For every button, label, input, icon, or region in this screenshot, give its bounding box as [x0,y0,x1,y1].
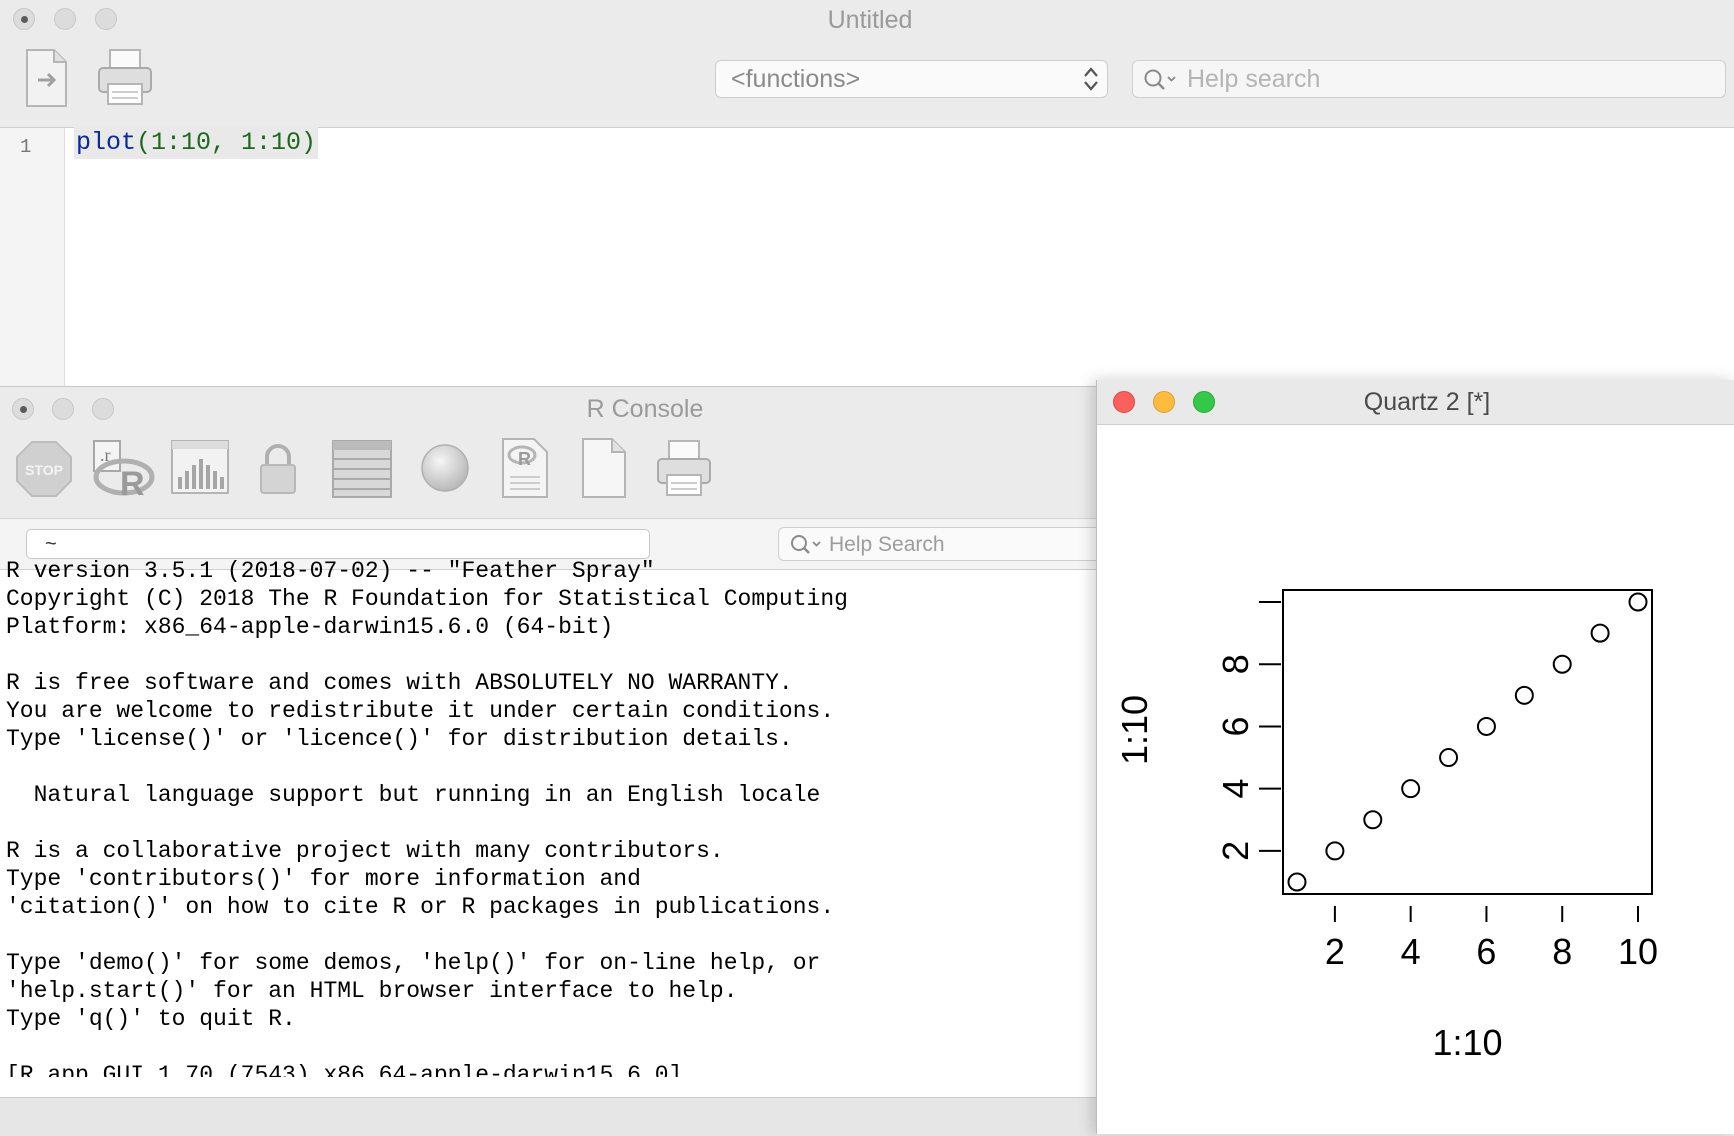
data-point [1590,623,1610,643]
console-toolbar: R Console STOP .r R R [0,387,1096,518]
load-document-icon[interactable] [24,48,70,113]
print-icon[interactable] [96,48,154,111]
data-point [1628,592,1648,612]
editor-toolbar: Untitled <functions> Help search [0,0,1734,128]
svg-text:R: R [518,449,531,469]
data-point [1552,654,1572,674]
code-arguments: (1:10, 1:10) [136,128,317,157]
line-number: 1 [20,136,32,158]
help-search-placeholder: Help Search [829,533,945,556]
scatter-plot: 2 4 6 8 10 2 4 6 8 1:10 1:10 [1114,589,1658,1063]
line-number-gutter: 1 [0,128,65,390]
r-document-icon[interactable]: R [500,437,550,504]
quartz-titlebar: Quartz 2 [*] [1097,380,1734,425]
console-line: 'citation()' on how to cite R or R packa… [6,894,835,920]
working-directory-value: ~ [45,533,57,555]
data-point [1287,872,1307,892]
data-point [1325,841,1345,861]
print-icon[interactable] [655,439,713,502]
data-point [1401,779,1421,799]
y-tick-label: 8 [1215,654,1256,674]
data-point [1439,748,1459,768]
zoom-button[interactable] [1193,391,1215,413]
new-document-icon[interactable] [580,437,628,504]
console-line: Copyright (C) 2018 The R Foundation for … [6,586,848,612]
console-statusbar [0,1097,1096,1136]
plot-frame [1282,589,1653,895]
console-output[interactable]: R version 3.5.1 (2018-07-02) -- "Feather… [6,557,1086,1077]
x-axis-label: 1:10 [1432,1022,1502,1063]
quartz-plot-icon[interactable] [170,437,232,504]
help-search-placeholder: Help search [1187,65,1321,93]
functions-select[interactable]: <functions> [715,60,1108,98]
minimize-button[interactable] [1153,391,1175,413]
svg-text:R: R [120,465,145,499]
window-title: Untitled [827,6,913,34]
console-line: 'help.start()' for an HTML browser inter… [6,978,738,1004]
data-point [1514,685,1534,705]
console-line: R is a collaborative project with many c… [6,838,724,864]
close-button[interactable] [13,8,35,30]
functions-select-value: <functions> [731,65,861,93]
console-help-search-input[interactable]: Help Search [778,527,1096,561]
console-line: Type 'contributors()' for more informati… [6,866,641,892]
data-point [1363,810,1383,830]
console-line: [R.app GUI 1.70 (7543) x86_64-apple-darw… [6,1062,683,1077]
help-search-input[interactable]: Help search [1132,60,1726,98]
script-editor-window: Untitled <functions> Help search 1 plot(… [0,0,1734,390]
x-tick-label: 10 [1618,931,1658,972]
window-title: Quartz 2 [*] [1363,388,1491,416]
svg-text:STOP: STOP [25,462,63,478]
quartz-device-window: Quartz 2 [*] 2 4 6 8 10 2 4 6 8 1:10 1:10 [1096,380,1734,1134]
color-circle-icon[interactable] [420,443,470,498]
stop-icon[interactable]: STOP [15,440,73,503]
data-point [1476,716,1496,736]
code-function: plot [76,128,137,157]
x-tick-label: 4 [1401,931,1421,972]
zoom-button[interactable] [95,8,117,30]
source-script-icon[interactable]: .r R [90,437,156,504]
working-directory-field[interactable]: ~ [26,529,650,559]
workspace-icon[interactable] [332,439,392,504]
console-line: R version 3.5.1 (2018-07-02) -- "Feather… [6,558,655,584]
console-line: Type 'license()' or 'licence()' for dist… [6,726,793,752]
x-tick-label: 6 [1476,931,1496,972]
search-icon [1143,67,1179,98]
minimize-button[interactable] [52,398,74,420]
close-button[interactable] [1113,391,1135,413]
r-console-window: R Console STOP .r R R ~ Help Search R ve… [0,386,1096,1136]
y-tick-label: 6 [1215,716,1256,736]
console-line: Natural language support but running in … [6,782,821,808]
console-line: Platform: x86_64-apple-darwin15.6.0 (64-… [6,614,614,640]
console-line: Type 'demo()' for some demos, 'help()' f… [6,950,821,976]
chevron-updown-icon [1083,65,1099,98]
console-line: R is free software and comes with ABSOLU… [6,670,793,696]
x-tick-label: 2 [1325,931,1345,972]
console-line: You are welcome to redistribute it under… [6,698,835,724]
y-axis-label: 1:10 [1114,695,1155,765]
y-tick-label: 4 [1215,779,1256,799]
code-line[interactable]: plot(1:10, 1:10) [74,127,319,159]
y-tick-label: 2 [1215,841,1256,861]
lock-icon[interactable] [258,443,298,500]
x-tick-label: 8 [1552,931,1572,972]
minimize-button[interactable] [54,8,76,30]
close-button[interactable] [12,398,34,420]
zoom-button[interactable] [92,398,114,420]
console-line: Type 'q()' to quit R. [6,1006,296,1032]
window-title: R Console [586,395,704,423]
